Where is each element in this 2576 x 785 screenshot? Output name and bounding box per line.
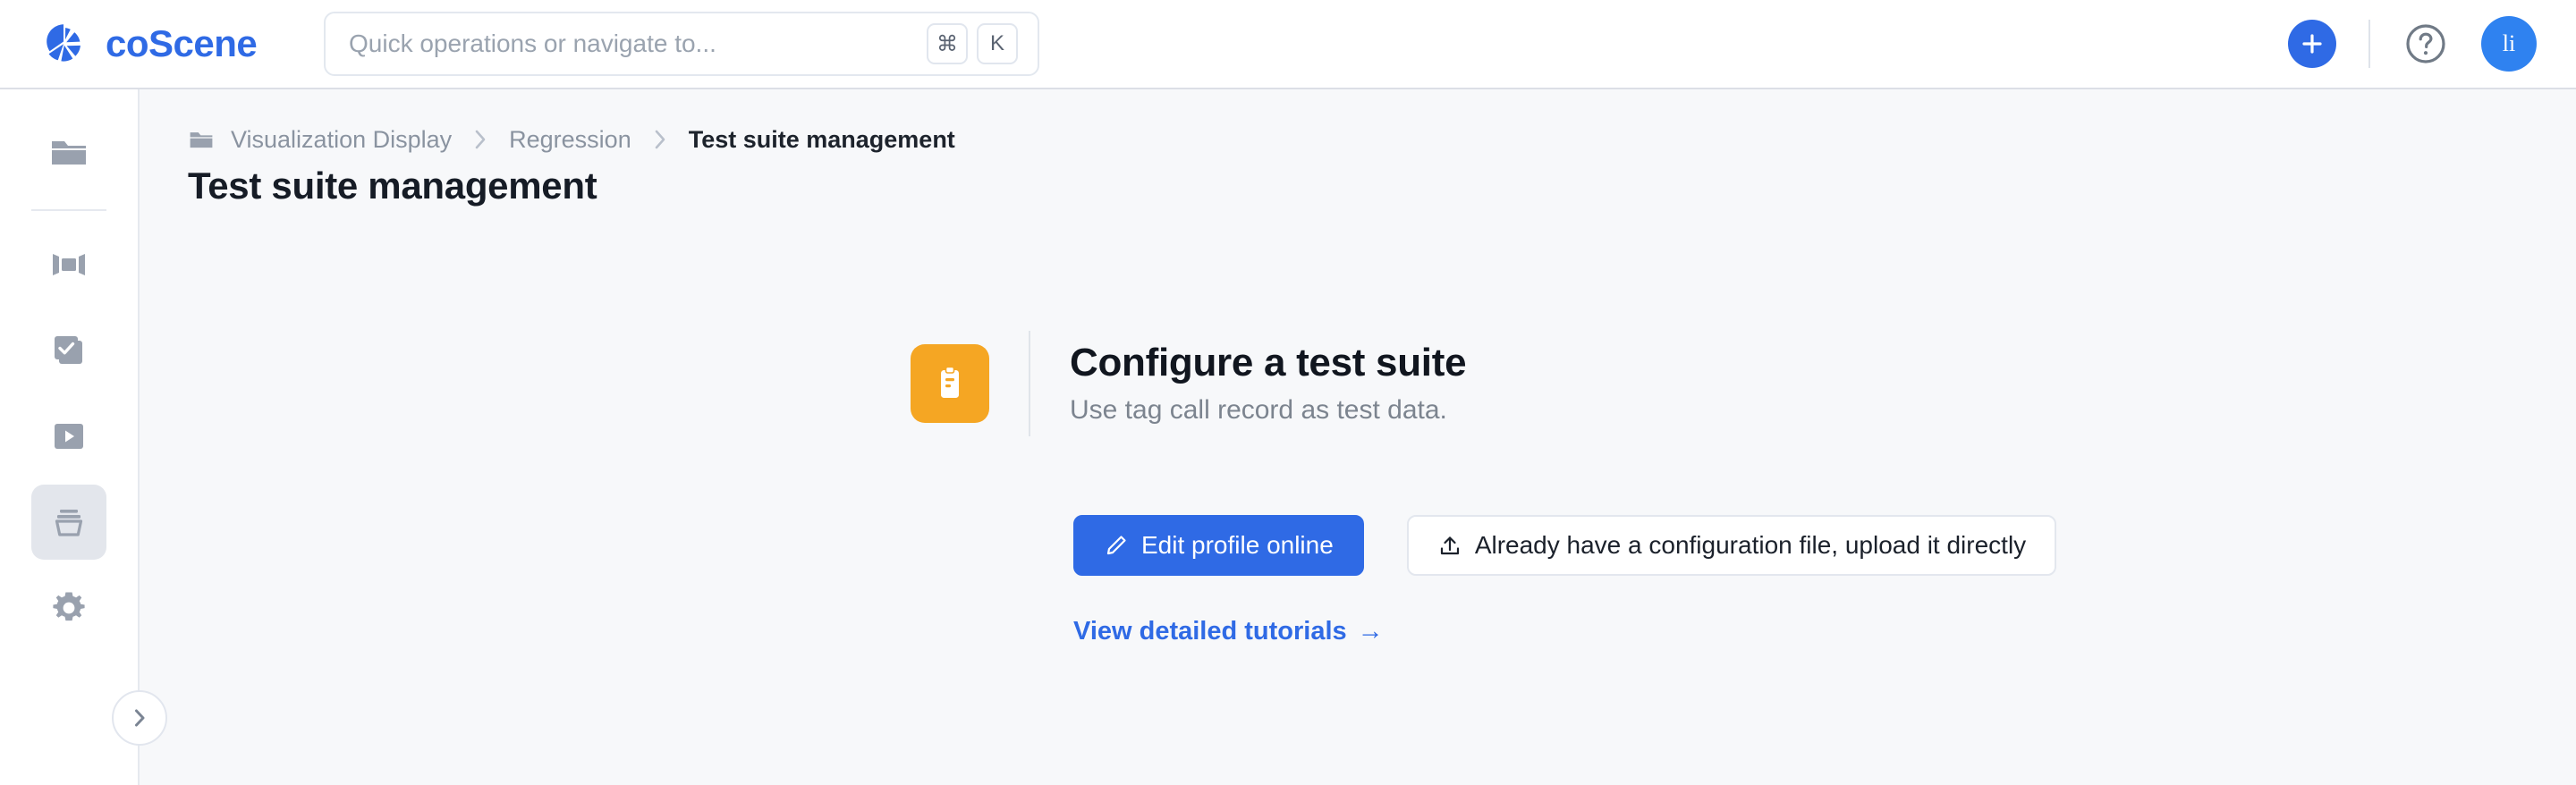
empty-state-actions: Edit profile online Already have a confi… <box>1073 515 2576 576</box>
play-icon <box>48 416 89 457</box>
header-actions: li <box>2288 16 2537 72</box>
search-input[interactable] <box>349 13 918 74</box>
sidebar-collapse-button[interactable] <box>112 690 167 746</box>
tasks-icon <box>48 330 89 371</box>
sidebar-item-storage[interactable] <box>31 485 106 560</box>
breadcrumb-item-regression[interactable]: Regression <box>509 126 631 154</box>
empty-state-divider <box>1029 331 1030 436</box>
upload-icon <box>1437 533 1462 558</box>
archive-icon <box>48 502 89 543</box>
empty-state-panel: Configure a test suite Use tag call reco… <box>140 331 2576 646</box>
breadcrumb-item-test-suite-management: Test suite management <box>688 125 955 153</box>
folder-icon <box>48 131 89 173</box>
coscene-aperture-logo-icon <box>39 19 89 69</box>
sidebar-divider <box>31 209 106 211</box>
view-detailed-tutorials-link[interactable]: View detailed tutorials → <box>1073 617 1384 646</box>
breadcrumb-separator <box>471 128 489 151</box>
upload-configuration-label: Already have a configuration file, uploa… <box>1474 531 2027 559</box>
app-root: coScene ⌘ K <box>0 0 2576 785</box>
sidebar-item-settings[interactable] <box>31 570 106 646</box>
breadcrumb: Visualization Display Regression Test su… <box>140 89 2576 153</box>
breadcrumb-item-visualization-display[interactable]: Visualization Display <box>231 126 452 154</box>
empty-state-header: Configure a test suite Use tag call reco… <box>911 331 2576 436</box>
brand-name: coScene <box>106 22 258 64</box>
clipboard-icon <box>911 344 989 423</box>
main-content: Visualization Display Regression Test su… <box>140 89 2576 785</box>
arrow-right-icon: → <box>1357 617 1384 646</box>
edit-profile-online-label: Edit profile online <box>1141 531 1334 559</box>
app-header: coScene ⌘ K <box>0 0 2576 89</box>
empty-state-text: Configure a test suite Use tag call reco… <box>1070 340 1467 427</box>
gear-icon <box>48 587 89 629</box>
empty-state-title: Configure a test suite <box>1070 340 1467 384</box>
upload-configuration-button[interactable]: Already have a configuration file, uploa… <box>1406 515 2057 576</box>
app-body: Visualization Display Regression Test su… <box>0 89 2576 785</box>
sidebar-item-projects[interactable] <box>31 114 106 190</box>
chevron-right-icon <box>128 706 151 730</box>
view-detailed-tutorials-label: View detailed tutorials <box>1073 617 1347 646</box>
header-divider <box>2368 20 2370 68</box>
sidebar-item-playback[interactable] <box>31 399 106 474</box>
page-title: Test suite management <box>188 165 597 207</box>
avatar[interactable]: li <box>2481 16 2537 72</box>
sidebar-item-tasks[interactable] <box>31 313 106 388</box>
brand[interactable]: coScene <box>39 19 299 69</box>
empty-state-subtitle: Use tag call record as test data. <box>1070 395 1447 426</box>
help-button[interactable] <box>2402 21 2449 67</box>
kbd-k-badge: K <box>977 23 1018 64</box>
breadcrumb-folder-icon <box>188 126 215 153</box>
pencil-icon <box>1104 533 1129 558</box>
plus-icon <box>2299 30 2326 57</box>
add-button[interactable] <box>2288 20 2336 68</box>
question-circle-icon <box>2403 21 2448 66</box>
device-icon <box>48 244 89 285</box>
kbd-command-badge: ⌘ <box>927 23 968 64</box>
sidebar-item-devices[interactable] <box>31 227 106 302</box>
edit-profile-online-button[interactable]: Edit profile online <box>1073 515 1364 576</box>
global-search[interactable]: ⌘ K <box>324 12 1039 76</box>
sidebar <box>0 89 167 785</box>
breadcrumb-separator <box>651 128 669 151</box>
